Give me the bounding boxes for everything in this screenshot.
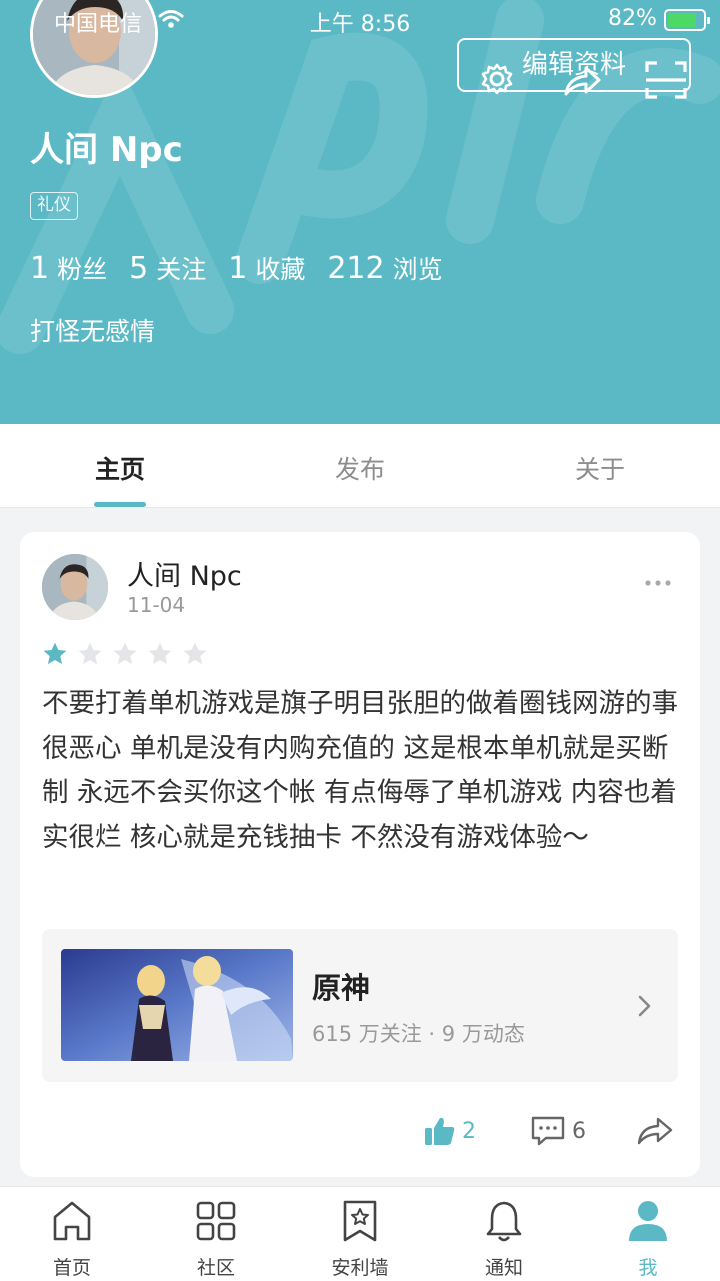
game-name: 原神	[312, 971, 371, 1005]
nav-notifications[interactable]: 通知	[432, 1199, 576, 1280]
bottom-navigation: 首页 社区 安利墙 通知 我	[0, 1186, 720, 1281]
post-date: 11-04	[127, 593, 186, 617]
battery-percent: 82%	[608, 6, 657, 31]
star-rating	[42, 641, 217, 667]
bell-icon	[486, 1201, 522, 1242]
profile-bio: 打怪无感情	[30, 317, 156, 346]
grid-icon	[196, 1201, 236, 1241]
share-button[interactable]	[636, 1115, 674, 1147]
nav-home[interactable]: 首页	[0, 1199, 144, 1280]
stat-followers[interactable]: 1 粉丝	[30, 250, 107, 286]
profile-stats: 1 粉丝 5 关注 1 收藏 212 浏览	[30, 250, 465, 286]
stat-favorites[interactable]: 1 收藏	[228, 250, 305, 286]
nav-recommend-wall[interactable]: 安利墙	[288, 1199, 432, 1280]
post-author-avatar[interactable]	[42, 554, 108, 620]
nav-community[interactable]: 社区	[144, 1199, 288, 1280]
post-card[interactable]: 人间 Npc 11-04 不要打着单机游戏是旗子明目张胆的做着圈钱网游的事 很恶…	[20, 532, 700, 1177]
scan-icon[interactable]	[644, 60, 688, 100]
home-icon	[53, 1201, 91, 1241]
battery-icon	[664, 9, 710, 31]
star-filled-icon	[43, 642, 67, 665]
more-options-icon[interactable]	[644, 578, 672, 588]
like-count: 2	[462, 1118, 476, 1144]
bookmark-star-icon	[343, 1200, 377, 1242]
game-meta: 615 万关注 · 9 万动态	[312, 1022, 525, 1046]
comment-button[interactable]: 6	[530, 1115, 586, 1147]
tab-home[interactable]: 主页	[0, 450, 240, 486]
tab-about[interactable]: 关于	[480, 450, 720, 486]
star-empty-icon	[113, 642, 137, 665]
star-empty-icon	[183, 642, 207, 665]
star-empty-icon	[148, 642, 172, 665]
stat-views: 212 浏览	[327, 251, 443, 286]
status-bar: 中国电信 上午 8:56 82%	[0, 0, 720, 40]
stat-following[interactable]: 5 关注	[129, 250, 206, 286]
profile-header: 中国电信 上午 8:56 82% 编辑资料 人间 Npc 礼仪 1 粉丝 5 关	[0, 0, 720, 424]
share-arrow-icon	[637, 1117, 673, 1145]
game-link-card[interactable]: 原神 615 万关注 · 9 万动态	[42, 929, 678, 1082]
post-actions: 2 6	[20, 1115, 700, 1155]
star-empty-icon	[78, 642, 102, 665]
user-tag[interactable]: 礼仪	[30, 192, 78, 220]
thumbs-up-icon	[425, 1117, 455, 1145]
comment-icon	[531, 1116, 565, 1146]
like-button[interactable]: 2	[424, 1115, 476, 1147]
person-icon	[629, 1201, 667, 1241]
post-author-name[interactable]: 人间 Npc	[127, 554, 242, 593]
profile-tabs: 主页 发布 关于	[0, 424, 720, 508]
settings-gear-icon[interactable]	[479, 61, 515, 97]
chevron-right-icon	[638, 995, 651, 1017]
game-cover-image	[61, 949, 293, 1061]
profile-username: 人间 Npc	[30, 130, 183, 170]
tab-posts[interactable]: 发布	[240, 450, 480, 486]
post-content: 不要打着单机游戏是旗子明目张胆的做着圈钱网游的事 很恶心 单机是没有内购充值的 …	[42, 688, 678, 853]
share-icon[interactable]	[562, 64, 602, 98]
nav-me[interactable]: 我	[576, 1199, 720, 1280]
comment-count: 6	[572, 1118, 586, 1144]
active-tab-indicator	[94, 502, 146, 507]
